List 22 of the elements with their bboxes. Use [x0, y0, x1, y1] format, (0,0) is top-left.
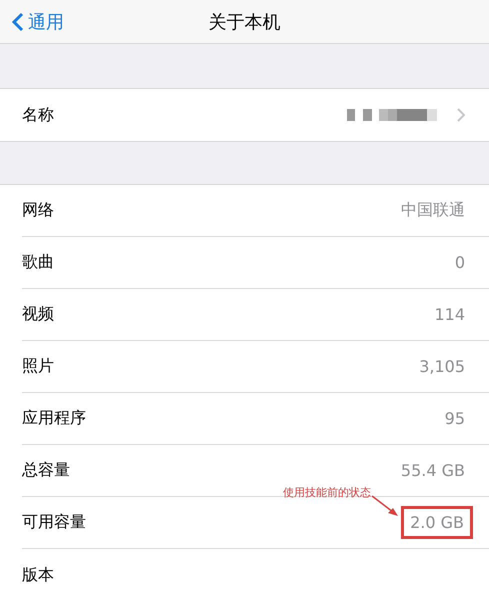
annotation-arrow — [371, 495, 399, 517]
row-value: 0 — [454, 253, 465, 272]
row-label: 歌曲 — [22, 252, 54, 273]
row-label: 名称 — [22, 104, 54, 126]
row-value: 2.0 GB — [401, 506, 473, 539]
annotation-note: 使用技能前的状态 — [283, 485, 371, 500]
row-value: 55.4 GB — [400, 461, 465, 480]
row-value: 中国联通 — [401, 200, 465, 221]
back-button[interactable]: 通用 — [0, 10, 64, 34]
chevron-right-icon — [457, 108, 465, 122]
row-label: 照片 — [22, 356, 54, 377]
row-label: 总容量 — [22, 460, 70, 481]
row-label: 版本 — [22, 564, 54, 586]
row-value: 3,105 — [419, 357, 465, 376]
row-value: 114 — [434, 305, 465, 324]
row-label: 网络 — [22, 200, 54, 221]
page-title: 关于本机 — [208, 10, 280, 34]
back-chevron-icon — [12, 12, 24, 32]
row-label: 应用程序 — [22, 408, 86, 429]
row-label: 可用容量 — [22, 512, 86, 533]
row-value: 95 — [444, 409, 465, 428]
row-label: 视频 — [22, 304, 54, 325]
